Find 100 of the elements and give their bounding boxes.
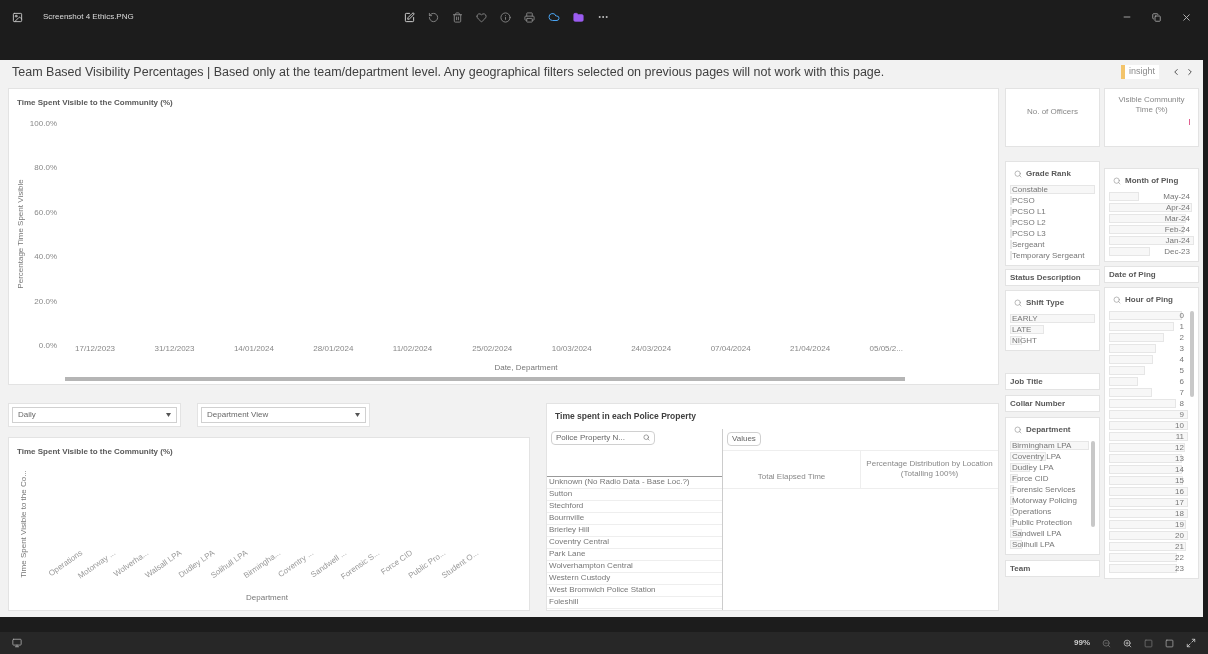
table-row[interactable]: Western Custody: [547, 572, 722, 585]
filter-item[interactable]: 12: [1109, 442, 1188, 453]
filter-item[interactable]: 13: [1109, 453, 1188, 464]
scrollbar[interactable]: [1190, 311, 1194, 397]
search-icon[interactable]: [1014, 170, 1022, 178]
filter-item[interactable]: PCSO L3: [1010, 228, 1095, 239]
print-icon[interactable]: [523, 11, 535, 23]
filter-item[interactable]: 16: [1109, 486, 1188, 497]
filter-item[interactable]: 10: [1109, 420, 1188, 431]
filter-item[interactable]: LATE: [1010, 324, 1095, 335]
filter-item[interactable]: 14: [1109, 464, 1188, 475]
filter-pane[interactable]: Date of Ping: [1104, 266, 1199, 283]
table-row[interactable]: West Bromwich Police Station: [547, 584, 722, 597]
values-button[interactable]: Values: [727, 432, 761, 447]
filter-item[interactable]: May-24: [1109, 191, 1194, 202]
zoom-out-icon[interactable]: [1102, 638, 1111, 648]
filter-item[interactable]: Dec-23: [1109, 246, 1194, 257]
column-header[interactable]: Total Elapsed Time: [723, 450, 861, 488]
filter-item[interactable]: Temporary Sergeant: [1010, 250, 1095, 261]
filter-item[interactable]: Dudley LPA: [1010, 462, 1089, 473]
filter-item[interactable]: PCSO L1: [1010, 206, 1095, 217]
table-row[interactable]: Foleshill: [547, 596, 722, 609]
table-row[interactable]: Sutton: [547, 488, 722, 501]
filter-item[interactable]: Operations: [1010, 506, 1089, 517]
filter-item[interactable]: 20: [1109, 530, 1188, 541]
restore-icon[interactable]: [1152, 12, 1161, 22]
filter-pane[interactable]: Job Title: [1005, 373, 1100, 390]
cloud-icon[interactable]: [547, 11, 560, 23]
filter-item[interactable]: Motorway Policing: [1010, 495, 1089, 506]
filter-pane[interactable]: Collar Number: [1005, 395, 1100, 412]
previous-sheet-icon[interactable]: [1171, 67, 1181, 77]
filter-item[interactable]: Apr-24: [1109, 202, 1194, 213]
filter-item[interactable]: 18: [1109, 508, 1188, 519]
scrollbar[interactable]: [65, 377, 905, 381]
filter-item[interactable]: Jan-24: [1109, 235, 1194, 246]
search-icon[interactable]: [1113, 296, 1121, 304]
rotate-icon[interactable]: [427, 11, 439, 23]
filter-item[interactable]: 7: [1109, 387, 1188, 398]
filter-item[interactable]: 22: [1109, 552, 1188, 563]
axis-tick-label: 21/04/2024: [790, 344, 831, 353]
table-row[interactable]: Stechford: [547, 500, 722, 513]
filter-item[interactable]: 4: [1109, 354, 1188, 365]
filter-item[interactable]: 0: [1109, 310, 1188, 321]
filter-item[interactable]: Constable: [1010, 184, 1095, 195]
table-row[interactable]: Wolverhampton Central: [547, 560, 722, 573]
next-sheet-icon[interactable]: [1185, 67, 1195, 77]
close-icon[interactable]: [1181, 11, 1192, 23]
zoom-in-icon[interactable]: [1123, 638, 1132, 648]
delete-icon[interactable]: [451, 11, 463, 23]
heart-icon[interactable]: [475, 11, 487, 23]
filter-item[interactable]: 1: [1109, 321, 1188, 332]
filter-item[interactable]: 21: [1109, 541, 1188, 552]
table-row[interactable]: Park Lane: [547, 548, 722, 561]
logo: insight: [1121, 65, 1159, 79]
filter-item[interactable]: NIGHT: [1010, 335, 1095, 346]
filter-item[interactable]: 23: [1109, 563, 1188, 574]
filter-item[interactable]: 15: [1109, 475, 1188, 486]
filter-item[interactable]: 8: [1109, 398, 1188, 409]
filter-item[interactable]: PCSO L2: [1010, 217, 1095, 228]
filter-item[interactable]: Force CID: [1010, 473, 1089, 484]
filter-title: Department: [1026, 424, 1071, 436]
column-header[interactable]: Percentage Distribution by Location (Totalling 100%): [861, 450, 998, 488]
filter-item[interactable]: 6: [1109, 376, 1188, 387]
filter-item[interactable]: 11: [1109, 431, 1188, 442]
folder-icon[interactable]: [572, 11, 584, 23]
filter-item[interactable]: Coventry LPA: [1010, 451, 1089, 462]
table-row[interactable]: Coventry Central: [547, 536, 722, 549]
filter-pane[interactable]: Team: [1005, 560, 1100, 577]
filter-item[interactable]: Sandwell LPA: [1010, 528, 1089, 539]
filter-item[interactable]: Forensic Services: [1010, 484, 1089, 495]
info-icon[interactable]: [499, 11, 511, 23]
scrollbar[interactable]: [1091, 441, 1095, 527]
filter-item[interactable]: 2: [1109, 332, 1188, 343]
search-icon[interactable]: [1014, 426, 1022, 434]
edit-icon[interactable]: [403, 11, 415, 23]
filter-item[interactable]: 9: [1109, 409, 1188, 420]
filter-item[interactable]: Feb-24: [1109, 224, 1194, 235]
filter-item[interactable]: 17: [1109, 497, 1188, 508]
fullscreen-icon[interactable]: [1186, 638, 1196, 648]
column-search-button[interactable]: Police Property N...: [551, 430, 655, 445]
search-icon[interactable]: [1113, 177, 1121, 185]
monitor-icon[interactable]: [12, 638, 22, 648]
filter-pane[interactable]: Status Description: [1005, 269, 1100, 286]
table-row[interactable]: Bournville: [547, 512, 722, 525]
table-row[interactable]: Brierley Hill: [547, 524, 722, 537]
filter-item[interactable]: 3: [1109, 343, 1188, 354]
filter-item[interactable]: Sergeant: [1010, 239, 1095, 250]
axis-tick-label: 28/01/2024: [313, 344, 354, 353]
filter-item[interactable]: 19: [1109, 519, 1188, 530]
search-icon[interactable]: [1014, 299, 1022, 307]
dropdown[interactable]: Department View: [201, 407, 366, 423]
filter-item[interactable]: Solihull LPA: [1010, 539, 1089, 550]
filter-item[interactable]: Mar-24: [1109, 213, 1194, 224]
table-row[interactable]: Unknown (No Radio Data - Base Loc.?): [547, 476, 722, 489]
filter-item[interactable]: Birmingham LPA: [1010, 440, 1089, 451]
filter-item[interactable]: EARLY: [1010, 313, 1095, 324]
filter-item[interactable]: Public Protection: [1010, 517, 1089, 528]
filter-item[interactable]: 5: [1109, 365, 1188, 376]
filter-item[interactable]: PCSO: [1010, 195, 1095, 206]
dropdown[interactable]: Daily: [12, 407, 177, 423]
